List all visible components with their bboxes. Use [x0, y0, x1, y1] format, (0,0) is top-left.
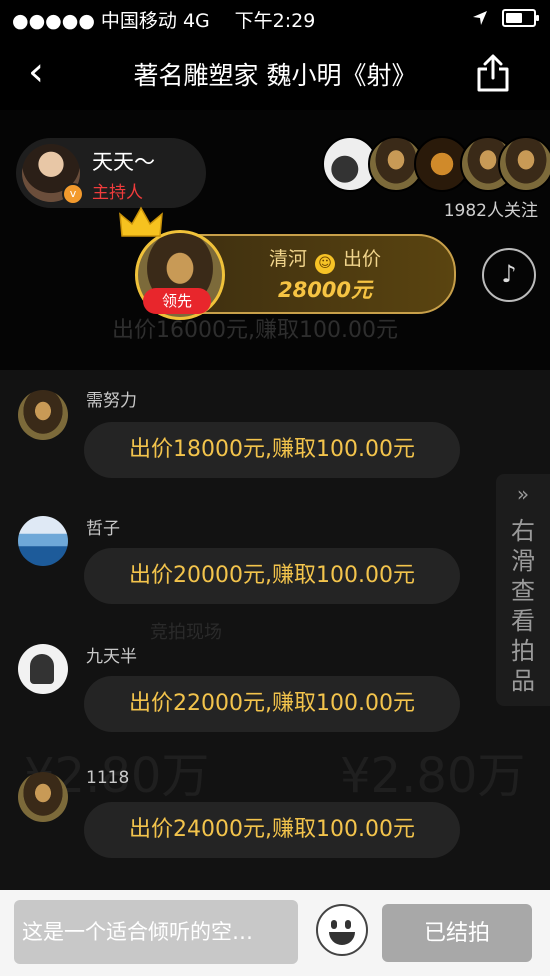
- comment-input[interactable]: [14, 900, 298, 964]
- emoji-mouth: [329, 932, 355, 945]
- comment-input-box[interactable]: [14, 900, 298, 964]
- emoji-icon[interactable]: [316, 904, 368, 956]
- followers-count[interactable]: 1982人关注: [444, 196, 538, 221]
- crown-icon: [119, 206, 163, 237]
- host-name: 天天～: [92, 150, 155, 174]
- status-icons: [472, 9, 539, 27]
- message-avatar[interactable]: [18, 516, 68, 566]
- bid-action-label: 出价: [343, 248, 382, 270]
- status-bar: ●●●●● 中国移动 4G 下午2:29: [0, 0, 550, 36]
- message-bubble: 出价20000元,赚取100.00元: [84, 548, 460, 604]
- smile-emoji-icon: ☺: [315, 254, 335, 274]
- page-title: 著名雕塑家 魏小明《射》: [133, 61, 417, 90]
- follower-avatars[interactable]: [322, 136, 550, 192]
- location-icon: [473, 11, 487, 25]
- emoji-eye: [345, 920, 351, 929]
- auction-ended-button[interactable]: 已结拍: [382, 904, 532, 962]
- music-button[interactable]: ♪: [482, 248, 536, 302]
- message-avatar[interactable]: [18, 772, 68, 822]
- chevron-right-icon: »: [516, 482, 530, 506]
- leading-bidder-name: 清河: [268, 248, 307, 270]
- emoji-eye: [331, 920, 337, 929]
- leading-bid-info: 清河 ☺ 出价: [250, 244, 400, 274]
- ghost-bid-text: 出价16000元,赚取100.00元: [112, 318, 398, 343]
- host-role: 主持人: [92, 183, 143, 203]
- lead-tag: 领先: [143, 288, 211, 314]
- message-author: 哲子: [86, 519, 120, 539]
- bottom-bar: 已结拍: [0, 890, 550, 976]
- message-author: 需努力: [86, 391, 137, 411]
- message-bubble: 出价22000元,赚取100.00元: [84, 676, 460, 732]
- leading-bid-amount: 28000元: [277, 278, 373, 302]
- message-bubble: 出价18000元,赚取100.00元: [84, 422, 460, 478]
- swipe-tab-label: 右滑查看拍品: [511, 517, 535, 695]
- message-avatar[interactable]: [18, 390, 68, 440]
- message-author: 九天半: [86, 647, 137, 667]
- music-icon: ♪: [501, 260, 517, 288]
- message-bubble: 出价24000元,赚取100.00元: [84, 802, 460, 858]
- message-author: 1118: [86, 768, 130, 788]
- battery-icon: [502, 9, 539, 27]
- nav-bar: ‹ 著名雕塑家 魏小明《射》: [0, 36, 550, 110]
- verified-badge: v: [62, 183, 84, 205]
- ghost-price-right: ¥2.80万: [340, 748, 526, 804]
- swipe-view-items-tab[interactable]: » 右滑查看拍品: [496, 474, 550, 706]
- follower-avatar: [498, 136, 550, 192]
- clock: 下午2:29: [234, 10, 316, 32]
- share-icon[interactable]: [476, 54, 510, 92]
- back-icon[interactable]: ‹: [28, 50, 44, 94]
- message-avatar[interactable]: [18, 644, 68, 694]
- ghost-mid-text: 竞拍现场: [150, 622, 222, 643]
